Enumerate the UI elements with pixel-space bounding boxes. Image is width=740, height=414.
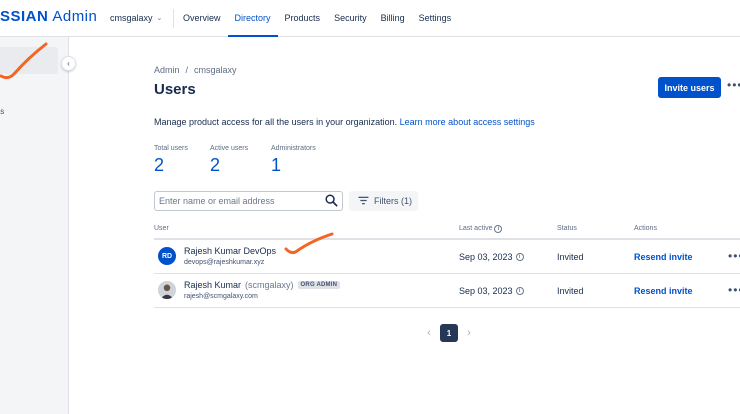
filters-button[interactable]: Filters (1) <box>349 191 418 211</box>
org-name: cmsgalaxy <box>110 13 153 23</box>
stat-label: Total users <box>154 145 188 152</box>
org-admin-badge: ORG ADMIN <box>297 281 341 289</box>
more-options-icon[interactable]: ••• <box>727 78 740 92</box>
stat-value: 2 <box>154 155 165 175</box>
info-icon: i <box>494 225 503 233</box>
column-header-user[interactable]: User <box>154 225 169 232</box>
search-icon[interactable] <box>325 194 338 209</box>
last-active-date: Sep 03, 2023 i <box>459 252 524 262</box>
resend-invite-link[interactable]: Resend invite <box>634 286 693 296</box>
tab-products[interactable]: Products <box>278 0 328 37</box>
table-row[interactable]: RD Rajesh Kumar DevOps devops@rajeshkuma… <box>154 240 740 274</box>
org-switcher[interactable]: cmsgalaxy ⌄ <box>110 13 162 23</box>
stat-label: Administrators <box>271 145 316 152</box>
user-name[interactable]: Rajesh Kumar (scmgalaxy) ORG ADMIN <box>184 280 341 290</box>
page-number-current[interactable]: 1 <box>440 324 458 342</box>
tab-security[interactable]: Security <box>327 0 374 37</box>
nav-tabs: Overview Directory Products Security Bil… <box>176 0 458 37</box>
user-email: devops@rajeshkumar.xyz <box>184 259 265 266</box>
row-more-options-icon[interactable]: ••• <box>728 249 740 263</box>
column-header-last-active[interactable]: Last active i <box>459 225 503 233</box>
stat-administrators: Administrators 1 <box>271 145 316 176</box>
tab-billing[interactable]: Billing <box>374 0 412 37</box>
search-input[interactable] <box>155 192 315 210</box>
next-page-icon[interactable]: › <box>464 327 474 339</box>
info-icon[interactable]: i <box>515 287 524 295</box>
person-photo-icon <box>158 281 176 299</box>
search-box <box>154 191 343 211</box>
user-status: Invited <box>557 252 584 262</box>
sidebar-item-partial[interactable]: ts <box>0 107 4 116</box>
chevron-left-icon: ‹ <box>67 59 70 68</box>
resend-invite-link[interactable]: Resend invite <box>634 252 693 262</box>
previous-page-icon[interactable]: ‹ <box>424 327 434 339</box>
column-header-status[interactable]: Status <box>557 225 577 232</box>
table-row[interactable]: Rajesh Kumar (scmgalaxy) ORG ADMIN rajes… <box>154 274 740 308</box>
page-title: Users <box>154 81 196 98</box>
invite-users-button[interactable]: Invite users <box>658 77 721 98</box>
last-active-date: Sep 03, 2023 i <box>459 286 524 296</box>
sidebar-collapse-button[interactable]: ‹ <box>61 56 76 71</box>
avatar <box>158 281 176 299</box>
user-email: rajesh@scmgalaxy.com <box>184 293 258 300</box>
column-header-actions: Actions <box>634 225 657 232</box>
atlassian-admin-logo[interactable]: SSIAN Admin <box>0 8 97 25</box>
tab-overview[interactable]: Overview <box>176 0 228 37</box>
tab-settings[interactable]: Settings <box>412 0 459 37</box>
pagination: ‹ 1 › <box>424 324 474 342</box>
breadcrumb-admin[interactable]: Admin <box>154 65 180 75</box>
info-icon[interactable]: i <box>515 253 524 261</box>
user-org: (scmgalaxy) <box>245 280 294 290</box>
user-status: Invited <box>557 286 584 296</box>
sidebar: ts <box>0 37 69 414</box>
stat-total-users: Total users 2 <box>154 145 188 176</box>
nav-divider <box>173 9 174 28</box>
breadcrumb: Admin / cmsgalaxy <box>154 65 237 75</box>
avatar: RD <box>158 247 176 265</box>
stat-label: Active users <box>210 145 249 152</box>
sidebar-item-users[interactable] <box>0 47 58 74</box>
row-more-options-icon[interactable]: ••• <box>728 283 740 297</box>
breadcrumb-separator: / <box>185 65 189 75</box>
tab-directory[interactable]: Directory <box>227 0 278 37</box>
stat-value: 2 <box>210 155 221 175</box>
stat-value: 1 <box>271 155 282 175</box>
top-nav: SSIAN Admin cmsgalaxy ⌄ Overview Director… <box>0 0 740 37</box>
page-description: Manage product access for all the users … <box>154 117 535 127</box>
filter-icon <box>358 196 369 207</box>
breadcrumb-org[interactable]: cmsgalaxy <box>194 65 237 75</box>
chevron-down-icon: ⌄ <box>156 15 163 22</box>
learn-more-link[interactable]: Learn more about access settings <box>400 117 535 127</box>
filters-label: Filters (1) <box>374 196 412 206</box>
stat-active-users: Active users 2 <box>210 145 248 176</box>
user-name[interactable]: Rajesh Kumar DevOps <box>184 246 276 256</box>
